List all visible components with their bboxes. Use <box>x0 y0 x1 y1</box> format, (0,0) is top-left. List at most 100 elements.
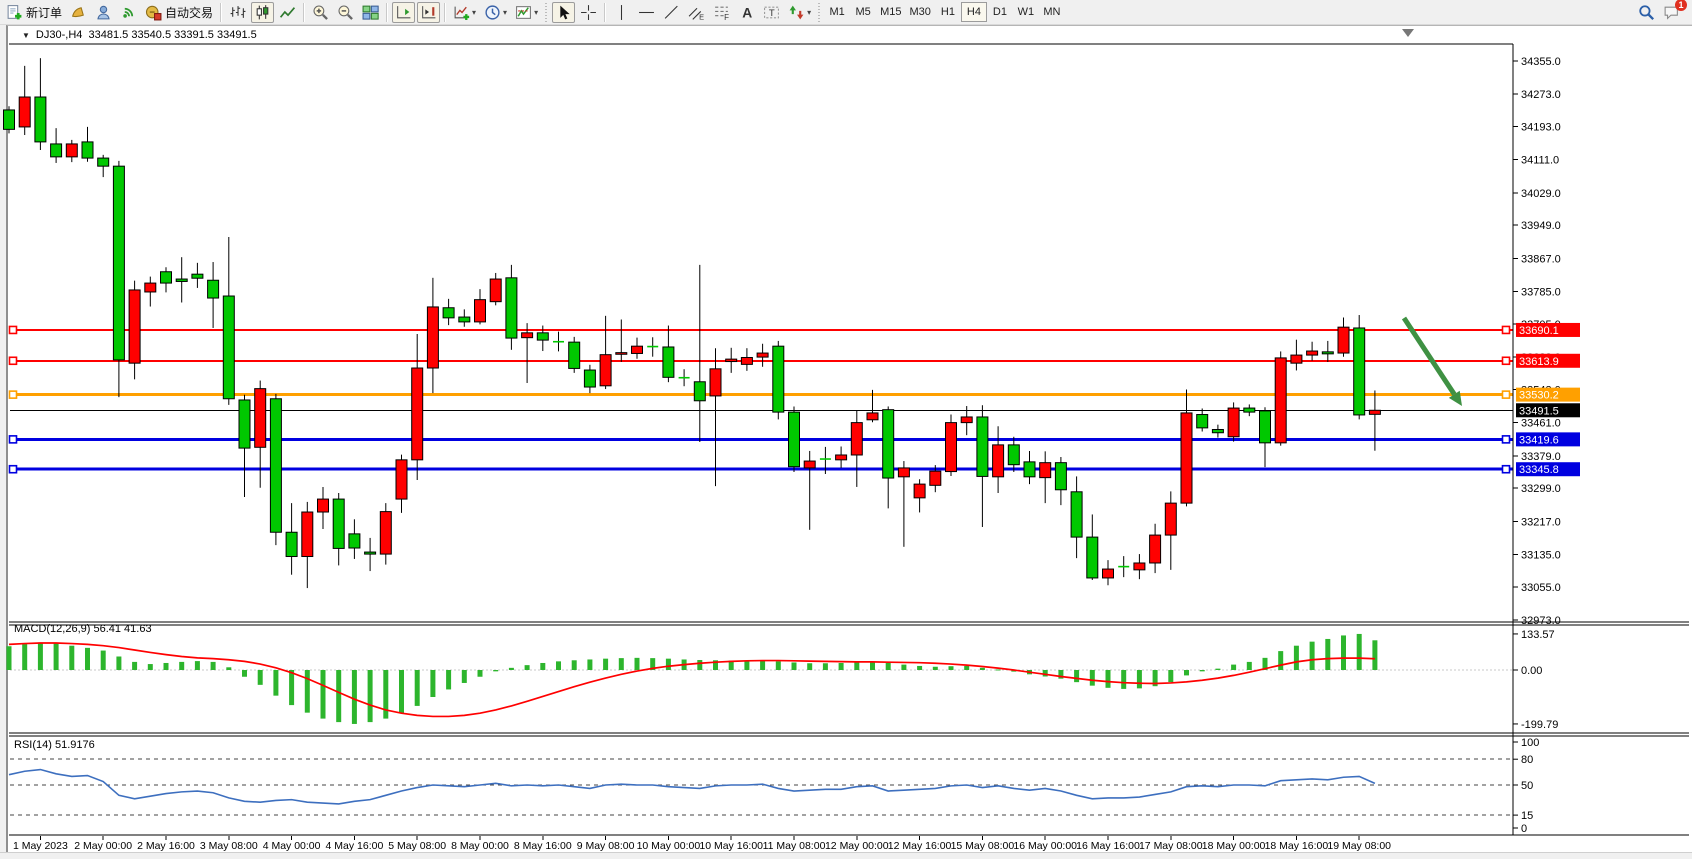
candle-body <box>161 272 172 283</box>
price-tag-label: 33419.6 <box>1519 434 1559 446</box>
tile-windows-icon <box>362 4 379 21</box>
candle-body <box>1040 463 1051 478</box>
rsi-tick-label: 50 <box>1521 780 1533 792</box>
tf-mn[interactable]: MN <box>1039 2 1065 22</box>
news-signal-button[interactable] <box>117 2 140 23</box>
dropdown-arrow-icon[interactable]: ▾ <box>503 8 507 17</box>
text-label-button[interactable]: T <box>760 2 783 23</box>
fibonacci-button[interactable]: F <box>710 2 733 23</box>
tile-windows-button[interactable] <box>359 2 382 23</box>
rsi-indicator-label: RSI(14) 51.9176 <box>14 739 95 751</box>
bar-chart-button[interactable] <box>226 2 249 23</box>
support-line-1-handle[interactable] <box>10 436 17 443</box>
pivot-line-handle[interactable] <box>10 391 17 398</box>
support-line-2-handle[interactable] <box>1503 466 1510 473</box>
tf-m15[interactable]: M15 <box>876 2 905 22</box>
chart-shift-marker-icon[interactable] <box>1402 29 1414 37</box>
macd-histogram-bar <box>949 666 954 670</box>
resistance-line-2-handle[interactable] <box>10 357 17 364</box>
periods-button[interactable]: ▾ <box>481 2 510 23</box>
horizontal-line-button[interactable] <box>635 2 658 23</box>
resistance-line-1-handle[interactable] <box>10 326 17 333</box>
notifications-button[interactable]: 1 <box>1660 2 1683 23</box>
price-tick-label: 34355.0 <box>1521 56 1561 68</box>
cursor-button[interactable] <box>552 2 575 23</box>
toolbar-separator <box>220 3 222 22</box>
new-chart-button[interactable]: ▾ <box>450 2 479 23</box>
autotrading-button[interactable]: 自动交易 <box>142 2 216 23</box>
arrows-button[interactable]: ▾ <box>785 2 814 23</box>
text-icon: A <box>738 4 755 21</box>
vertical-line-button[interactable] <box>610 2 633 23</box>
support-line-2-handle[interactable] <box>10 466 17 473</box>
support-line-1-handle[interactable] <box>1503 436 1510 443</box>
price-tick-label: 34111.0 <box>1521 155 1559 167</box>
auto-scroll-button[interactable] <box>392 2 415 23</box>
macd-histogram-bar <box>383 670 388 719</box>
text-button[interactable]: A <box>735 2 758 23</box>
crosshair-button[interactable] <box>577 2 600 23</box>
candle-body <box>1275 358 1286 443</box>
tf-w1[interactable]: W1 <box>1013 2 1039 22</box>
chart-shift-button[interactable] <box>417 2 440 23</box>
profile-button[interactable] <box>92 2 115 23</box>
new-order-button[interactable]: 新订单 <box>3 2 65 23</box>
macd-histogram-bar <box>744 661 749 670</box>
macd-histogram-bar <box>509 668 514 670</box>
candlestick-chart-button[interactable] <box>251 2 274 23</box>
trendline-icon <box>663 4 680 21</box>
tf-m30[interactable]: M30 <box>906 2 935 22</box>
price-tick-label: 34273.0 <box>1521 89 1561 101</box>
dropdown-arrow-icon[interactable]: ▾ <box>534 8 538 17</box>
macd-histogram-bar <box>1357 634 1362 670</box>
dropdown-arrow-icon[interactable]: ▾ <box>807 8 811 17</box>
macd-histogram-bar <box>352 670 357 724</box>
candle-body <box>1244 408 1255 412</box>
templates-button[interactable]: ▾ <box>512 2 541 23</box>
pivot-line-handle[interactable] <box>1503 391 1510 398</box>
macd-histogram-bar <box>462 670 467 683</box>
equidistant-channel-button[interactable]: E <box>685 2 708 23</box>
time-label: 11 May 08:00 <box>763 840 826 852</box>
horizontal-line-icon <box>638 4 655 21</box>
price-tick-label: 33379.0 <box>1521 451 1561 463</box>
toolbar-separator <box>604 3 606 22</box>
price-tick-label: 34193.0 <box>1521 122 1561 134</box>
resistance-line-2-handle[interactable] <box>1503 357 1510 364</box>
macd-histogram-bar <box>917 666 922 670</box>
tf-m5[interactable]: M5 <box>850 2 876 22</box>
alerts-button[interactable] <box>67 2 90 23</box>
chart-shift-icon <box>420 4 437 21</box>
vertical-line-icon <box>613 4 630 21</box>
news-signal-icon <box>120 4 137 21</box>
search-icon <box>1638 4 1655 21</box>
candle-body <box>930 471 941 485</box>
macd-histogram-bar <box>556 661 561 670</box>
time-label: 8 May 16:00 <box>514 840 572 852</box>
toolbar-grip[interactable] <box>544 3 549 22</box>
macd-histogram-bar <box>1074 670 1079 682</box>
candle-body <box>1212 429 1223 432</box>
toolbar-separator <box>444 3 446 22</box>
zoom-in-button[interactable] <box>309 2 332 23</box>
zoom-out-button[interactable] <box>334 2 357 23</box>
candle-body <box>129 290 140 363</box>
dropdown-arrow-icon[interactable]: ▾ <box>472 8 476 17</box>
macd-histogram-bar <box>854 662 859 670</box>
trendline-button[interactable] <box>660 2 683 23</box>
tf-m1[interactable]: M1 <box>824 2 850 22</box>
resistance-line-1-handle[interactable] <box>1503 326 1510 333</box>
tf-h4[interactable]: H4 <box>961 2 987 22</box>
time-label: 10 May 00:00 <box>637 840 701 852</box>
time-label: 10 May 16:00 <box>699 840 763 852</box>
svg-text:E: E <box>699 12 704 21</box>
candle-body <box>459 317 470 322</box>
toolbar-grip[interactable] <box>817 3 822 22</box>
tf-d1[interactable]: D1 <box>987 2 1013 22</box>
tf-h1[interactable]: H1 <box>935 2 961 22</box>
search-button[interactable] <box>1635 2 1658 23</box>
macd-histogram-bar <box>242 670 247 677</box>
chart-canvas[interactable]: 34355.034273.034193.034111.034029.033949… <box>0 0 1692 859</box>
line-chart-button[interactable] <box>276 2 299 23</box>
macd-tick-label: 133.57 <box>1521 629 1555 641</box>
